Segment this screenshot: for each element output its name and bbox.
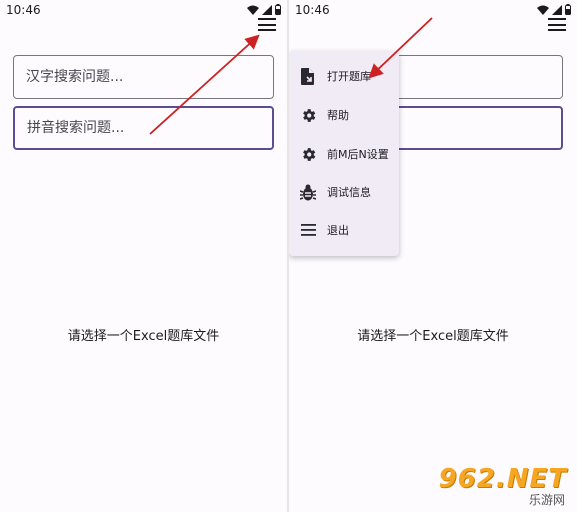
status-bar: 10:46 [289,0,577,22]
menu-item-label: 打开题库 [327,70,371,83]
bug-icon [299,183,317,201]
menu-item-mn-settings[interactable]: 前M后N设置 [289,135,399,173]
menu-item-label: 退出 [327,224,349,237]
menu-item-label: 帮助 [327,109,349,122]
pinyin-search-field[interactable] [13,106,274,150]
status-icons [247,4,281,15]
menu-lines-icon [299,221,317,239]
overflow-dropdown-menu: 打开题库 帮助 前M后N设置 调试信息 退出 [289,51,399,256]
menu-item-exit[interactable]: 退出 [289,211,399,249]
hanzi-search-input[interactable] [14,56,273,98]
status-icons [537,4,571,15]
watermark-main: 962.NET [438,464,567,494]
menu-item-open-bank[interactable]: 打开题库 [289,57,399,95]
overflow-menu-button[interactable] [258,18,276,34]
wifi-icon [537,5,549,15]
watermark-logo: 962.NET 乐游网 [439,464,573,508]
watermark-sub: 乐游网 [528,493,565,507]
right-screen: 10:46 请选择一个Excel题库文件 打开题库 帮助 前M后N设置 调试信息… [289,0,577,512]
hanzi-search-field[interactable] [13,55,274,99]
menu-item-label: 前M后N设置 [327,148,389,161]
signal-icon [262,4,272,15]
battery-icon [275,4,281,15]
menu-lines-icon [258,18,276,20]
gear-icon [299,145,317,163]
status-bar: 10:46 [0,0,287,22]
status-time: 10:46 [6,3,41,17]
battery-icon [565,4,571,15]
menu-item-label: 调试信息 [327,186,371,199]
status-time: 10:46 [295,3,330,17]
overflow-menu-button[interactable] [548,18,566,34]
empty-state-message: 请选择一个Excel题库文件 [357,329,509,344]
empty-state-message: 请选择一个Excel题库文件 [67,329,220,344]
signal-icon [552,4,562,15]
gear-icon [299,106,317,124]
left-screen: 10:46 请选择一个Excel题库文件 [0,0,287,512]
menu-item-help[interactable]: 帮助 [289,96,399,134]
menu-item-debug-info[interactable]: 调试信息 [289,173,399,211]
menu-lines-icon [548,18,566,20]
file-open-icon [299,67,317,85]
wifi-icon [247,5,259,15]
pinyin-search-input[interactable] [15,108,272,148]
